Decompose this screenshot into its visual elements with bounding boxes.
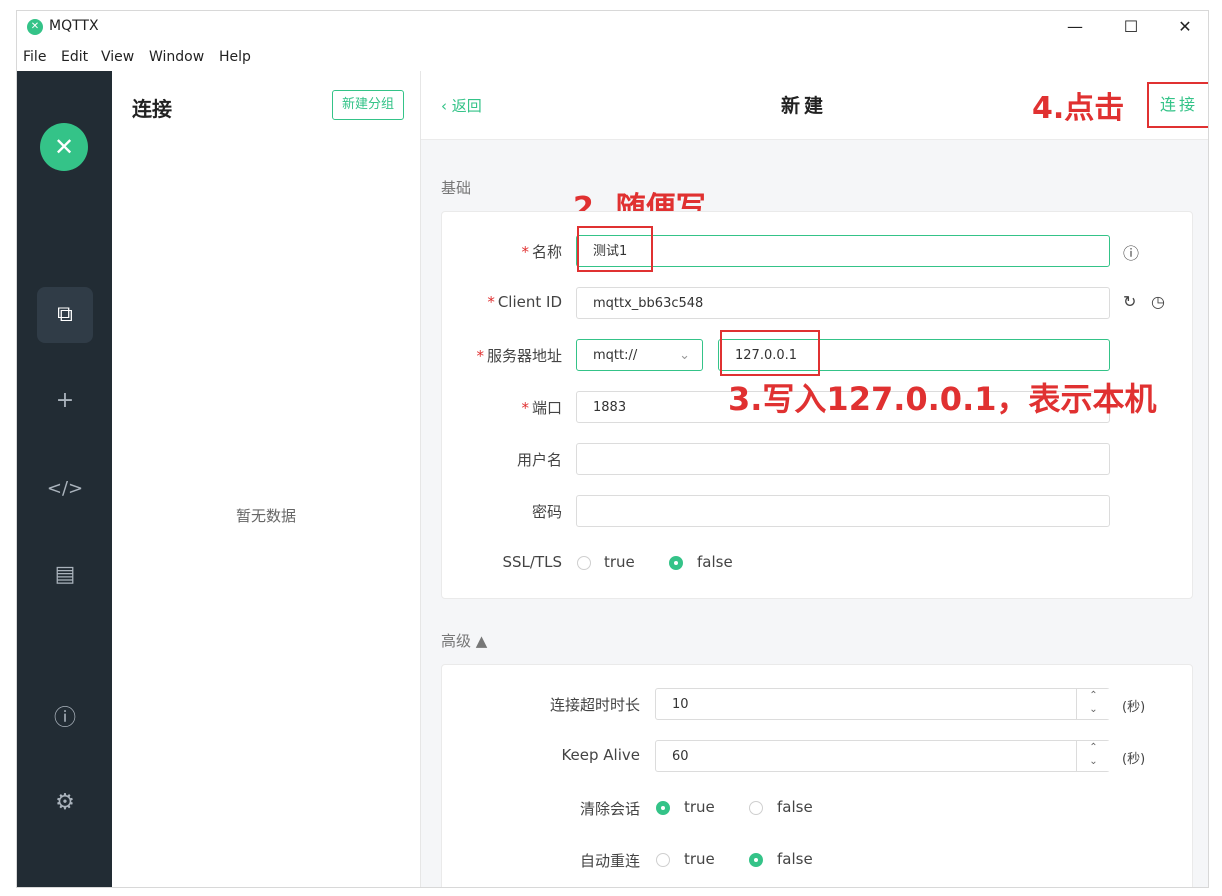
protocol-select[interactable]: mqtt:// ⌄ — [576, 339, 703, 371]
connections-title: 连接 — [132, 97, 172, 121]
refresh-icon[interactable]: ↻ — [1123, 292, 1136, 311]
menu-help[interactable]: Help — [219, 49, 251, 65]
annotation-box-name — [577, 226, 653, 272]
password-label: 密码 — [531, 503, 562, 521]
timeout-stepper[interactable]: ⌃ ⌄ — [1076, 689, 1110, 719]
mqttx-logo-icon: ✕ — [27, 19, 43, 35]
name-label: * 名称 — [521, 243, 562, 261]
script-icon[interactable]: </> — [37, 461, 93, 517]
timeout-unit: (秒) — [1122, 700, 1146, 715]
keepalive-label: Keep Alive — [561, 746, 640, 764]
add-icon[interactable]: + — [37, 373, 93, 429]
ssl-false-label: false — [697, 553, 733, 571]
annotation-step4: 4.点击 — [1032, 91, 1125, 126]
menu-file[interactable]: File — [23, 49, 46, 65]
menu-view[interactable]: View — [101, 49, 134, 65]
password-input[interactable] — [576, 495, 1110, 527]
app-logo-icon: ✕ — [40, 123, 88, 171]
basic-section-label: 基础 — [441, 179, 472, 197]
reconnect-false-label: false — [777, 850, 813, 868]
client-id-label: * Client ID — [487, 293, 562, 311]
log-icon[interactable]: ▤ — [37, 547, 93, 603]
annotation-step3: 3.写入127.0.0.1，表示本机 — [728, 380, 1157, 418]
auto-reconnect-label: 自动重连 — [579, 852, 640, 870]
advanced-card: 连接超时时长 10 ⌃ ⌄ (秒) Keep Alive 60 ⌃ ⌄ (秒) 清除… — [441, 664, 1193, 887]
client-id-input[interactable]: mqttx_bb63c548 — [576, 287, 1110, 319]
menu-window[interactable]: Window — [149, 49, 204, 65]
keepalive-stepper[interactable]: ⌃ ⌄ — [1076, 741, 1110, 771]
port-label: * 端口 — [521, 399, 562, 417]
close-button[interactable]: ✕ — [1165, 15, 1205, 39]
menu-bar: File Edit View Window Help — [17, 47, 1208, 69]
reconnect-false-radio[interactable] — [749, 853, 763, 867]
name-input[interactable]: 测试1 — [576, 235, 1110, 267]
connections-panel: 连接 新建分组 暂无数据 — [112, 71, 421, 887]
ssl-true-label: true — [604, 553, 635, 571]
left-rail: ✕ ⧉ + </> ▤ ⓘ ⚙ — [17, 71, 112, 887]
menu-edit[interactable]: Edit — [61, 49, 88, 65]
ssl-label: SSL/TLS — [502, 553, 563, 571]
clean-true-label: true — [684, 798, 715, 816]
minimize-button[interactable]: — — [1055, 15, 1095, 39]
clean-true-radio[interactable] — [656, 801, 670, 815]
annotation-box-host — [720, 330, 820, 376]
ssl-true-radio[interactable] — [577, 556, 591, 570]
clean-session-label: 清除会话 — [579, 800, 640, 818]
back-link[interactable]: ‹ 返回 — [441, 95, 482, 116]
timeout-input[interactable]: 10 — [655, 688, 1110, 720]
app-window: ✕ MQTTX — ☐ ✕ File Edit View Window Help… — [16, 10, 1209, 888]
window-title: MQTTX — [49, 18, 99, 34]
page-title: 新建 — [781, 95, 828, 117]
host-label: * 服务器地址 — [476, 347, 562, 365]
connections-icon[interactable]: ⧉ — [37, 287, 93, 343]
empty-state-text: 暂无数据 — [235, 507, 296, 525]
maximize-button[interactable]: ☐ — [1111, 15, 1151, 39]
clean-false-radio[interactable] — [749, 801, 763, 815]
ssl-false-radio[interactable] — [669, 556, 683, 570]
reconnect-true-radio[interactable] — [656, 853, 670, 867]
timeout-label: 连接超时时长 — [549, 696, 640, 714]
reconnect-true-label: true — [684, 850, 715, 868]
settings-gear-icon[interactable]: ⚙ — [37, 775, 93, 831]
main-area: ‹ 返回 新建 4.点击 连接 基础 2. 随便写 * 名称 测试1 ⓘ * Cli… — [421, 71, 1208, 887]
connect-button[interactable]: 连接 — [1147, 82, 1208, 128]
clock-icon[interactable]: ◷ — [1151, 292, 1165, 311]
keepalive-unit: (秒) — [1122, 752, 1146, 767]
protocol-value: mqtt:// — [593, 348, 638, 363]
clean-false-label: false — [777, 798, 813, 816]
title-bar: ✕ MQTTX — ☐ ✕ — [17, 11, 1208, 43]
basic-card: * 名称 测试1 ⓘ * Client ID mqttx_bb63c548 ↻ ◷ … — [441, 211, 1193, 599]
info-icon: ⓘ — [1123, 244, 1140, 263]
username-input[interactable] — [576, 443, 1110, 475]
username-label: 用户名 — [516, 451, 562, 469]
about-icon[interactable]: ⓘ — [37, 691, 93, 747]
header-bar: ‹ 返回 新建 4.点击 连接 — [421, 71, 1208, 140]
advanced-section-label[interactable]: 高级 ▲ — [441, 630, 487, 651]
keepalive-input[interactable]: 60 — [655, 740, 1110, 772]
new-group-button[interactable]: 新建分组 — [332, 90, 404, 120]
chevron-down-icon: ⌄ — [679, 348, 690, 363]
